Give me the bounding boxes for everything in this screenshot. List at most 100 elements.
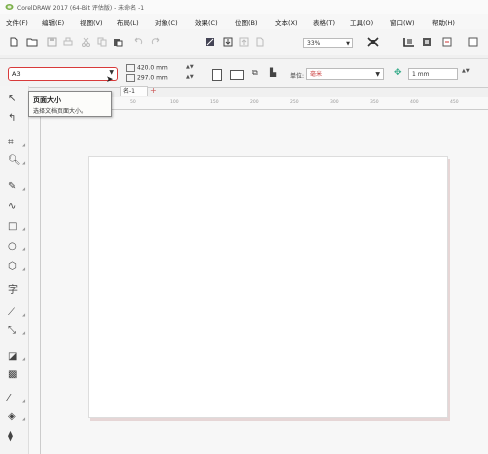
units-value: 毫米 <box>310 71 323 78</box>
ruler-tick-label: 100 <box>170 100 179 105</box>
ruler-tick-label: 350 <box>370 100 379 105</box>
nudge-spinner[interactable]: ▲▼ <box>462 68 470 74</box>
import-icon[interactable] <box>222 36 234 48</box>
toolbox: ↖ ↰ ⌗ ◢ 🔍︎ ◢ ✎ ◢ ∿ □ ◢ ○ ◢ ⬡ ◢ 字 ⟋ ◢ ⤡ ◢… <box>0 86 29 454</box>
page-height-value: 297.0 mm <box>137 74 168 82</box>
window-title: CorelDRAW 2017 (64-Bit 评估版) - 未命名 -1 <box>17 5 145 12</box>
flyout-indicator-icon: ◢ <box>22 330 26 335</box>
menu-help[interactable]: 帮助(H) <box>432 17 455 27</box>
all-pages-icon[interactable]: ⧉ <box>252 68 258 78</box>
redo-icon[interactable] <box>150 36 162 48</box>
text-tool-icon[interactable]: 字 <box>8 286 18 296</box>
mouse-pointer-icon: ➤ <box>106 75 114 85</box>
ellipse-tool-icon[interactable]: ○ <box>8 242 17 252</box>
undo-icon[interactable] <box>132 36 144 48</box>
nudge-distance-value: 1 mm <box>412 71 430 78</box>
save-icon[interactable] <box>46 36 58 48</box>
snap-to-icon[interactable] <box>402 36 416 48</box>
menu-window[interactable]: 窗口(W) <box>390 17 415 27</box>
menu-tools[interactable]: 工具(O) <box>350 17 373 27</box>
units-select[interactable]: 毫米 ▼ <box>306 68 384 80</box>
pick-tool-icon[interactable]: ↖ <box>8 94 16 104</box>
nudge-distance-icon: ✥ <box>394 68 402 78</box>
crop-tool-icon[interactable]: ⌗ <box>8 138 14 148</box>
width-icon <box>126 64 135 72</box>
drop-shadow-tool-icon[interactable]: ◪ <box>8 352 17 362</box>
flyout-indicator-icon: ◢ <box>22 186 26 191</box>
flyout-indicator-icon: ◢ <box>22 398 26 403</box>
tooltip-title: 页面大小 <box>33 96 61 104</box>
paper-size-value: A3 <box>12 70 21 78</box>
chevron-down-icon: ▼ <box>346 41 350 47</box>
flyout-indicator-icon: ◢ <box>22 246 26 251</box>
current-page-icon[interactable]: ▙ <box>270 68 276 77</box>
shape-tool-icon[interactable]: ↰ <box>8 114 16 124</box>
new-document-icon[interactable] <box>8 36 20 48</box>
tooltip-description: 选择文档页面大小。 <box>33 108 88 115</box>
eyedropper-tool-icon[interactable]: ⁄ <box>8 394 10 404</box>
publish-pdf-icon[interactable] <box>254 36 266 48</box>
flyout-indicator-icon: ◢ <box>22 160 26 165</box>
flyout-indicator-icon: ◢ <box>22 312 26 317</box>
zoom-level-select[interactable]: 33% ▼ <box>303 38 353 48</box>
height-spinner[interactable]: ▲▼ <box>186 74 194 80</box>
connector-tool-icon[interactable]: ⤡ <box>8 326 16 336</box>
flyout-indicator-icon: ◢ <box>22 356 26 361</box>
print-icon[interactable] <box>62 36 74 48</box>
zoom-tool-icon[interactable]: 🔍︎ <box>8 156 21 166</box>
page-height-field[interactable]: 297.0 mm <box>126 74 168 82</box>
ruler-tick-label: 200 <box>250 100 259 105</box>
menu-view[interactable]: 视图(V) <box>80 17 103 27</box>
search-content-icon[interactable] <box>204 36 216 48</box>
menu-object[interactable]: 对象(C) <box>155 17 178 27</box>
units-label: 单位: <box>290 73 305 80</box>
parallel-dimension-tool-icon[interactable]: ⟋ <box>8 308 15 318</box>
full-screen-icon[interactable] <box>366 36 380 48</box>
paper-size-tooltip: 页面大小 选择文档页面大小。 <box>28 91 112 117</box>
copy-icon[interactable] <box>96 36 108 48</box>
paste-icon[interactable] <box>112 36 124 48</box>
ruler-tick-label: 150 <box>210 100 219 105</box>
page-width-field[interactable]: 420.0 mm <box>126 64 168 72</box>
menu-table[interactable]: 表格(T) <box>313 17 335 27</box>
menu-bitmaps[interactable]: 位图(B) <box>235 17 258 27</box>
application-launcher-icon[interactable] <box>440 36 454 48</box>
flyout-indicator-icon: ◢ <box>22 266 26 271</box>
landscape-orientation-icon[interactable] <box>230 70 244 80</box>
page-width-value: 420.0 mm <box>137 64 168 72</box>
menu-layout[interactable]: 布局(L) <box>117 17 139 27</box>
ruler-tick-label: 400 <box>410 100 419 105</box>
vertical-ruler[interactable] <box>28 109 41 454</box>
rectangle-tool-icon[interactable]: □ <box>8 222 17 232</box>
polygon-tool-icon[interactable]: ⬡ <box>8 262 17 272</box>
flyout-indicator-icon: ◢ <box>22 226 26 231</box>
options-icon[interactable] <box>420 36 434 48</box>
open-document-icon[interactable] <box>24 36 40 48</box>
menu-file[interactable]: 文件(F) <box>6 17 28 27</box>
add-document-tab-icon[interactable]: + <box>150 86 157 95</box>
coreldraw-logo-icon <box>5 4 14 10</box>
height-icon <box>126 74 135 82</box>
paper-size-select[interactable]: A3 ▼ <box>8 67 118 81</box>
zoom-level-value: 33% <box>307 40 321 47</box>
cut-icon[interactable] <box>80 36 92 48</box>
interactive-fill-tool-icon[interactable]: ◈ <box>8 412 16 422</box>
artistic-media-tool-icon[interactable]: ∿ <box>8 202 16 212</box>
document-tab[interactable]: 名-1 <box>120 86 148 96</box>
flyout-indicator-icon: ◢ <box>22 142 26 147</box>
menu-effects[interactable]: 效果(C) <box>195 17 218 27</box>
smart-fill-tool-icon[interactable]: ⧫ <box>8 432 13 442</box>
nudge-distance-field[interactable]: 1 mm <box>408 68 458 80</box>
menu-text[interactable]: 文本(X) <box>275 17 298 27</box>
portrait-orientation-icon[interactable] <box>212 69 222 81</box>
export-icon[interactable] <box>238 36 250 48</box>
document-page[interactable] <box>88 156 448 418</box>
transparency-tool-icon[interactable]: ▩ <box>8 370 17 380</box>
title-bar: CorelDRAW 2017 (64-Bit 评估版) - 未命名 -1 <box>0 0 488 14</box>
width-spinner[interactable]: ▲▼ <box>186 64 194 70</box>
ruler-tick-label: 450 <box>450 100 459 105</box>
chevron-down-icon: ▼ <box>375 71 380 78</box>
freehand-tool-icon[interactable]: ✎ <box>8 182 16 192</box>
menu-edit[interactable]: 编辑(E) <box>42 17 64 27</box>
welcome-screen-icon[interactable] <box>466 36 480 48</box>
